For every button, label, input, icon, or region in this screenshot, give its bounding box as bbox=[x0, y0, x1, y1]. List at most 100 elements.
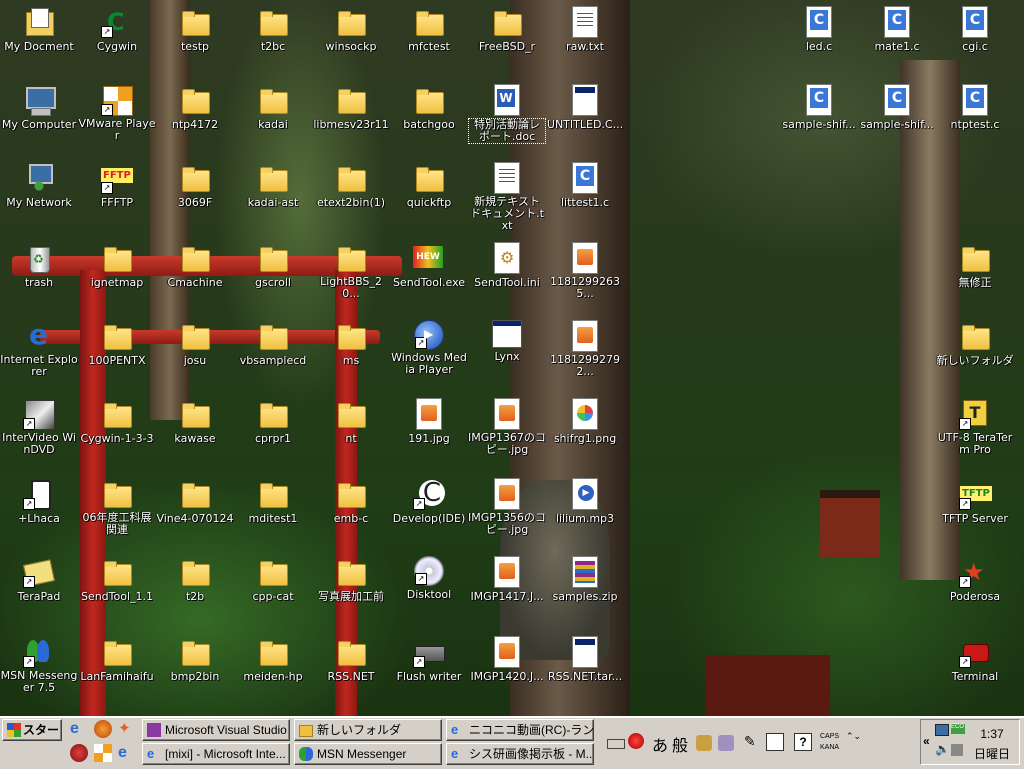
desktop-icon-vmware-player[interactable]: ↗ VMware Player bbox=[78, 80, 156, 152]
desktop-icon-sample-shif[interactable]: sample-shif... bbox=[780, 80, 858, 152]
task-msn-messenger[interactable]: MSN Messenger bbox=[294, 743, 442, 765]
desktop-icon-ms[interactable]: ms bbox=[312, 316, 390, 388]
vmware-quicklaunch-icon[interactable] bbox=[94, 744, 112, 762]
desktop-icon-vbsamplecd[interactable]: vbsamplecd bbox=[234, 316, 312, 388]
desktop-icon-cgi-c[interactable]: cgi.c bbox=[936, 2, 1014, 74]
desktop-icon-ntp4172[interactable]: ntp4172 bbox=[156, 80, 234, 152]
clock-time[interactable]: 1:37 bbox=[965, 727, 1019, 741]
desktop-icon-freebsd-r[interactable]: FreeBSD_r bbox=[468, 2, 546, 74]
desktop-icon-imgp1417-j[interactable]: IMGP1417.J... bbox=[468, 552, 546, 624]
desktop-icon-cprpr1[interactable]: cprpr1 bbox=[234, 394, 312, 466]
star-quicklaunch-icon[interactable]: ✦ bbox=[118, 719, 136, 737]
desktop-icon-intervideo-windvd[interactable]: ↗ InterVideo WinDVD bbox=[0, 394, 78, 466]
desktop-icon-meiden-hp[interactable]: meiden-hp bbox=[234, 632, 312, 704]
desktop-icon-doc[interactable]: 特別活動論レポート.doc bbox=[468, 80, 546, 152]
desktop-icon-lhaca[interactable]: ↗ +Lhaca bbox=[0, 474, 78, 546]
desktop-icon-terminal[interactable]: ↗ Terminal bbox=[936, 632, 1014, 704]
desktop-icon-191-jpg[interactable]: 191.jpg bbox=[390, 394, 468, 466]
task-image-board[interactable]: e シス研画像掲示板 - M... bbox=[446, 743, 594, 765]
desktop-icon-led-c[interactable]: led.c bbox=[780, 2, 858, 74]
desktop-icon-littest1-c[interactable]: littest1.c bbox=[546, 158, 624, 230]
desktop-icon-sendtool-1-1[interactable]: SendTool_1.1 bbox=[78, 552, 156, 624]
desktop-icon-cygwin[interactable]: ↗ Cygwin bbox=[78, 2, 156, 74]
tray-expand-chevron-icon[interactable]: « bbox=[923, 734, 930, 748]
firefox-quicklaunch-icon[interactable] bbox=[94, 720, 112, 738]
desktop-icon-libmesv23r11[interactable]: libmesv23r11 bbox=[312, 80, 390, 152]
desktop-icon-my-docment[interactable]: My Docment bbox=[0, 2, 78, 74]
desktop-icon-item-70[interactable]: 写真展加工前 bbox=[312, 552, 390, 624]
network-tray-icon[interactable] bbox=[935, 724, 949, 736]
desktop-icon-11812992792[interactable]: 11812992792... bbox=[546, 316, 624, 388]
desktop-icon-lilium-mp3[interactable]: lilium.mp3 bbox=[546, 474, 624, 546]
desktop-icon-mditest1[interactable]: mditest1 bbox=[234, 474, 312, 546]
desktop-icon-testp[interactable]: testp bbox=[156, 2, 234, 74]
desktop-icon-gscroll[interactable]: gscroll bbox=[234, 238, 312, 310]
desktop-icon-imgp1356-jpg[interactable]: IMGP1356のコピー.jpg bbox=[468, 474, 546, 546]
desktop-icon-winsockp[interactable]: winsockp bbox=[312, 2, 390, 74]
desktop-icon-ffftp[interactable]: ↗ FFFTP bbox=[78, 158, 156, 230]
desktop-icon-samples-zip[interactable]: samples.zip bbox=[546, 552, 624, 624]
ie-quicklaunch-icon[interactable]: e bbox=[70, 720, 88, 738]
desktop-icon-cmachine[interactable]: Cmachine bbox=[156, 238, 234, 310]
desktop-icon-sendtool-exe[interactable]: SendTool.exe bbox=[390, 238, 468, 310]
desktop-icon-emb-c[interactable]: emb-c bbox=[312, 474, 390, 546]
desktop[interactable]: My Docment ↗ Cygwin testp t2bc winsockp mfctes… bbox=[0, 0, 1024, 716]
desktop-icon-t2bc[interactable]: t2bc bbox=[234, 2, 312, 74]
desktop-icon-untitled-c[interactable]: UNTITLED.C... bbox=[546, 80, 624, 152]
desktop-icon-3069f[interactable]: 3069F bbox=[156, 158, 234, 230]
task-nicovideo[interactable]: e ニコニコ動画(RC)‐ランキ... bbox=[446, 719, 594, 741]
desktop-icon-raw-txt[interactable]: raw.txt bbox=[546, 2, 624, 74]
desktop-icon-lightbbs-20[interactable]: LightBBS_20... bbox=[312, 238, 390, 310]
desktop-icon-11812992635[interactable]: 11812992635... bbox=[546, 238, 624, 310]
desktop-icon-msn-messenger-7-5[interactable]: ↗ MSN Messenger 7.5 bbox=[0, 632, 78, 704]
desktop-icon-poderosa[interactable]: ↗ Poderosa bbox=[936, 552, 1014, 624]
start-button[interactable]: スタート bbox=[2, 719, 62, 741]
desktop-icon-kadai-ast[interactable]: kadai-ast bbox=[234, 158, 312, 230]
desktop-icon-terapad[interactable]: ↗ TeraPad bbox=[0, 552, 78, 624]
desktop-icon-batchgoo[interactable]: batchgoo bbox=[390, 80, 468, 152]
ime-menu-chevron-icon[interactable]: ⌃⌄ bbox=[846, 731, 861, 742]
desktop-icon-etext2bin-1[interactable]: etext2bin(1) bbox=[312, 158, 390, 230]
desktop-icon-utf-8-teraterm-pro[interactable]: ↗UTF-8 TeraTerm Pro bbox=[936, 394, 1014, 466]
task-visual-studio[interactable]: Microsoft Visual Studio bbox=[142, 719, 290, 741]
desktop-icon-bmp2bin[interactable]: bmp2bin bbox=[156, 632, 234, 704]
desktop-icon-shifrg1-png[interactable]: shifrg1.png bbox=[546, 394, 624, 466]
desktop-icon-txt[interactable]: 新規テキスト ドキュメント.txt bbox=[468, 158, 546, 232]
desktop-icon-t2b[interactable]: t2b bbox=[156, 552, 234, 624]
desktop-icon-lanfamihaifu[interactable]: LanFamihaifu bbox=[78, 632, 156, 704]
ime-mode-hiragana[interactable]: あ bbox=[652, 732, 668, 756]
desktop-icon-internet-explorer[interactable]: Internet Explorer bbox=[0, 316, 78, 388]
ime-tool-icon[interactable] bbox=[696, 735, 712, 751]
desktop-icon-mfctest[interactable]: mfctest bbox=[390, 2, 468, 74]
desktop-icon-my-computer[interactable]: My Computer bbox=[0, 80, 78, 152]
desktop-icon-mate1-c[interactable]: mate1.c bbox=[858, 2, 936, 74]
device-tray-icon[interactable] bbox=[951, 744, 963, 756]
desktop-icon-tftp-server[interactable]: ↗ TFTP Server bbox=[936, 474, 1014, 546]
desktop-icon-ignetmap[interactable]: ignetmap bbox=[78, 238, 156, 310]
desktop-icon-vine4-070124[interactable]: Vine4-070124 bbox=[156, 474, 234, 546]
desktop-icon-item-47[interactable]: 新しいフォルダ bbox=[936, 316, 1014, 388]
desktop-icon-imgp1367-jpg[interactable]: IMGP1367のコピー.jpg bbox=[468, 394, 546, 466]
desktop-icon-my-network[interactable]: My Network bbox=[0, 158, 78, 230]
desktop-icon-sample-shif[interactable]: sample-shif... bbox=[858, 80, 936, 152]
keyboard-icon[interactable] bbox=[607, 739, 625, 749]
ime-ball-icon[interactable] bbox=[628, 733, 644, 749]
desktop-icon-lynx[interactable]: Lynx bbox=[468, 316, 546, 388]
desktop-icon-imgp1420-j[interactable]: IMGP1420.J... bbox=[468, 632, 546, 704]
desktop-icon-ntptest-c[interactable]: ntptest.c bbox=[936, 80, 1014, 152]
desktop-icon-flush-writer[interactable]: ↗ Flush writer bbox=[390, 632, 468, 704]
desktop-icon-sendtool-ini[interactable]: SendTool.ini bbox=[468, 238, 546, 310]
desktop-icon-cygwin-1-3-3[interactable]: Cygwin-1-3-3 bbox=[78, 394, 156, 466]
desktop-icon-rss-net-tar[interactable]: RSS.NET.tar... bbox=[546, 632, 624, 704]
desktop-icon-develop-ide[interactable]: ↗ Develop(IDE) bbox=[390, 474, 468, 546]
desktop-icon-kawase[interactable]: kawase bbox=[156, 394, 234, 466]
volume-tray-icon[interactable]: 🔈 bbox=[935, 742, 951, 758]
task-new-folder[interactable]: 新しいフォルダ bbox=[294, 719, 442, 741]
msn-quicklaunch-icon[interactable] bbox=[70, 744, 88, 762]
desktop-icon-item-38[interactable]: 無修正 bbox=[936, 238, 1014, 310]
desktop-icon-josu[interactable]: josu bbox=[156, 316, 234, 388]
desktop-icon-nt[interactable]: nt bbox=[312, 394, 390, 466]
desktop-icon-windows-media-player[interactable]: ↗ Windows Media Player bbox=[390, 316, 468, 388]
pen-icon[interactable]: ✎ bbox=[744, 733, 760, 749]
desktop-icon-disktool[interactable]: ↗ Disktool bbox=[390, 552, 468, 624]
